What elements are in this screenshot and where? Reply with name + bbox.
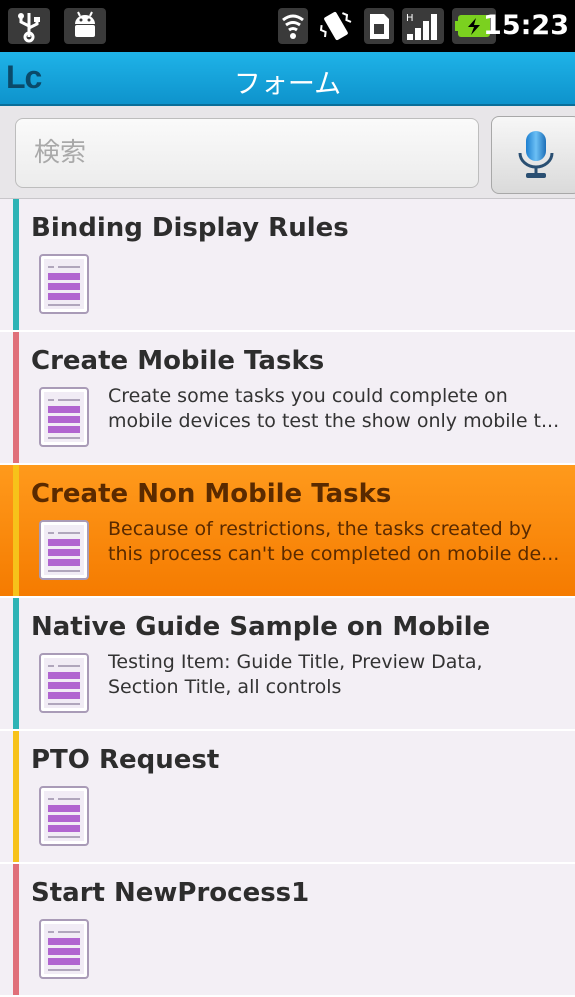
page-title: フォーム [233, 69, 342, 100]
item-title: Binding Display Rules [31, 213, 349, 243]
vibrate-icon [319, 11, 352, 41]
description-line: this process can't be completed on mobil… [108, 543, 560, 565]
list-item[interactable]: Start NewProcess1 [0, 864, 575, 997]
description-line: mobile devices to test the show only mob… [108, 410, 560, 432]
list-item[interactable]: PTO Request [0, 731, 575, 864]
item-description: Create some tasks you could complete on m… [108, 384, 575, 434]
form-icon [38, 652, 92, 720]
item-title: Start NewProcess1 [31, 878, 310, 908]
description-line: Section Title, all controls [108, 676, 342, 698]
status-bar: H 15:23 [0, 0, 575, 52]
item-title: PTO Request [31, 745, 220, 775]
search-input[interactable] [15, 118, 479, 188]
forms-list: Binding Display Rules Create Mobile Tasks… [0, 199, 575, 997]
list-item[interactable]: Binding Display Rules [0, 199, 575, 332]
list-item[interactable]: Native Guide Sample on Mobile Testing Ite… [0, 598, 575, 731]
app-bar: Lc フォーム [0, 52, 575, 106]
description-line: Testing Item: Guide Title, Preview Data, [108, 651, 483, 673]
item-title: Create Mobile Tasks [31, 346, 325, 376]
category-color-bar [13, 598, 19, 729]
item-description: Testing Item: Guide Title, Preview Data,… [108, 650, 575, 700]
form-icon [38, 386, 92, 454]
signal-icon: H [402, 8, 444, 44]
category-color-bar [13, 465, 19, 596]
form-icon [38, 918, 92, 986]
svg-text:H: H [406, 13, 414, 24]
description-line: Create some tasks you could complete on [108, 385, 508, 407]
wifi-icon [278, 8, 308, 44]
sim-icon [364, 8, 394, 44]
usb-icon [8, 8, 50, 44]
item-title: Create Non Mobile Tasks [31, 479, 392, 509]
form-icon [38, 253, 92, 321]
category-color-bar [13, 864, 19, 995]
search-bar [0, 106, 575, 199]
android-debug-icon [64, 8, 106, 44]
item-title: Native Guide Sample on Mobile [31, 612, 491, 642]
list-item[interactable]: Create Mobile Tasks Create some tasks you… [0, 332, 575, 465]
category-color-bar [13, 332, 19, 463]
microphone-icon [518, 131, 554, 178]
item-description: Because of restrictions, the tasks creat… [108, 517, 575, 567]
form-icon [38, 785, 92, 853]
description-line: Because of restrictions, the tasks creat… [108, 518, 533, 540]
form-icon [38, 519, 92, 587]
list-item[interactable]: Create Non Mobile Tasks Because of restri… [0, 465, 575, 598]
voice-search-button[interactable] [491, 116, 575, 194]
clock: 15:23 [483, 10, 569, 41]
category-color-bar [13, 731, 19, 862]
category-color-bar [13, 199, 19, 330]
